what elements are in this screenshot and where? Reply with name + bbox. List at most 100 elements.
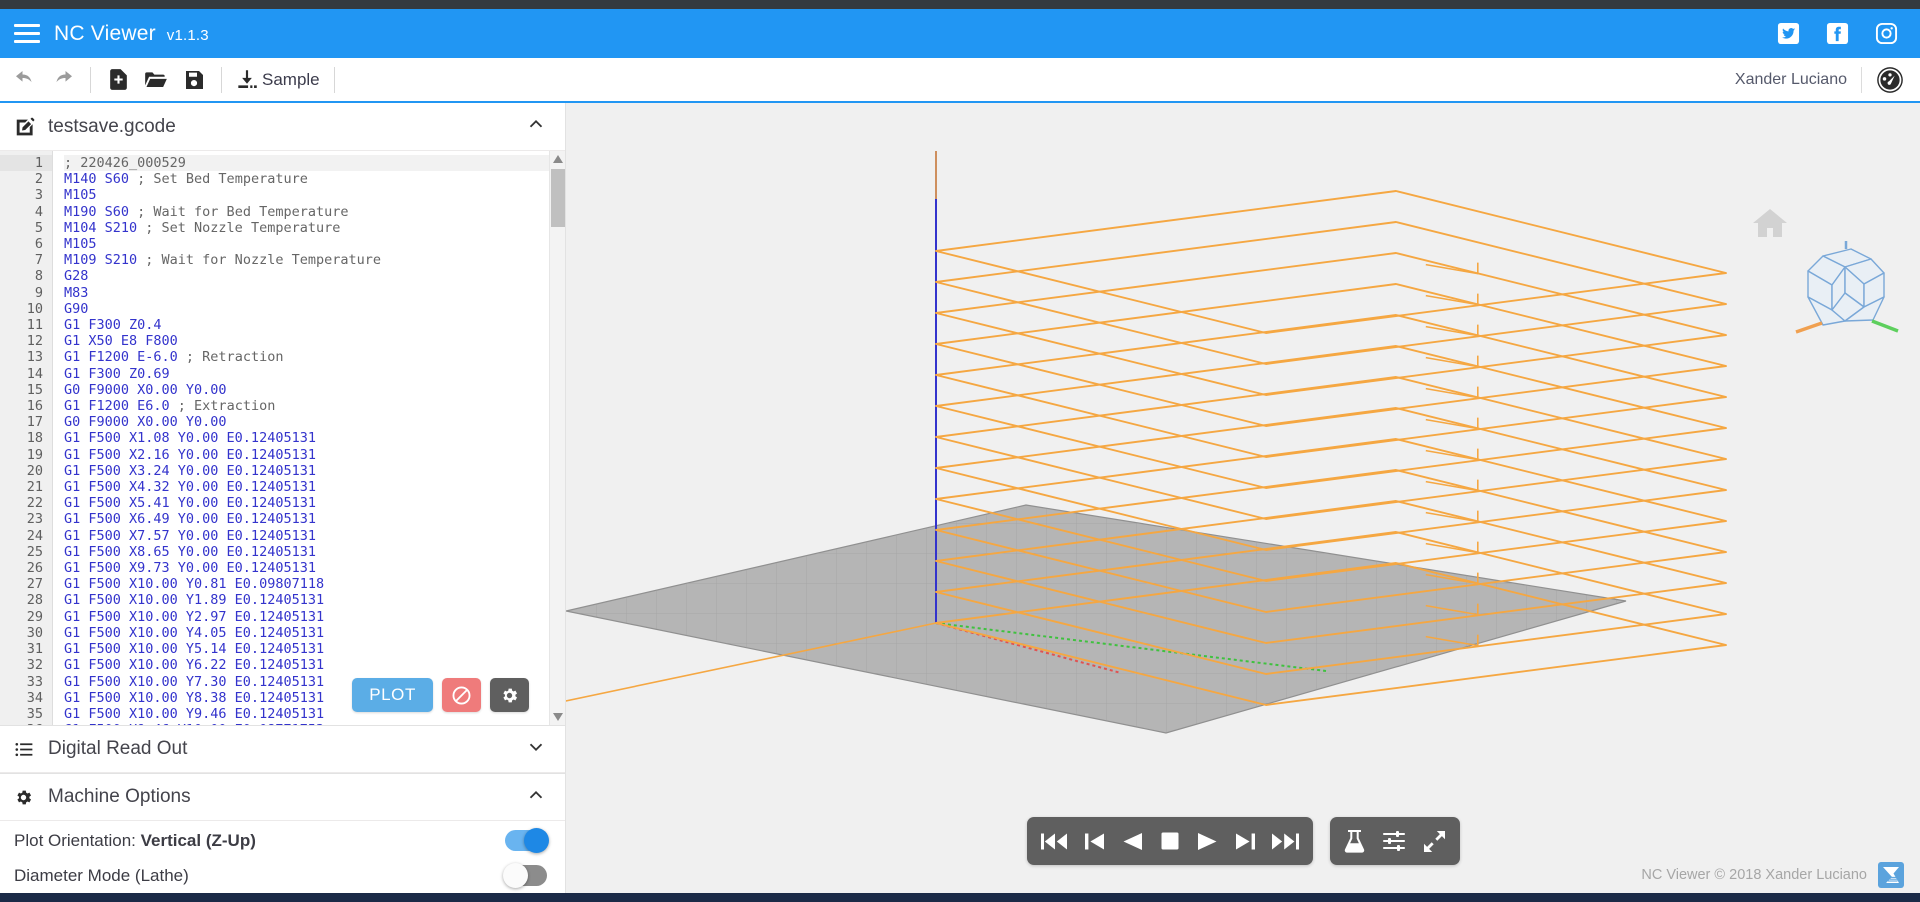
editor-line[interactable]: G1 F1200 E-6.0 ; Retraction	[64, 349, 549, 365]
editor-settings-button[interactable]	[490, 678, 529, 712]
editor-line-number: 30	[26, 624, 43, 641]
editor-line[interactable]: G1 F500 X7.57 Y0.00 E0.12405131	[64, 528, 549, 544]
skip-to-end-button[interactable]	[1271, 831, 1299, 852]
toolbar-divider	[90, 66, 91, 93]
gcode-editor[interactable]: 1 2 3 4 5 6 7 8 9 10 11 12 13 14 15 16 17 18 19 20 21 22 23 24 2…	[0, 151, 565, 725]
flask-icon	[1344, 830, 1364, 853]
app-title: NC Viewer	[54, 21, 156, 45]
editor-line[interactable]: G1 F500 X8.65 Y0.00 E0.12405131	[64, 544, 549, 560]
chevron-up-icon[interactable]	[525, 113, 547, 140]
editor-line[interactable]: G1 F300 Z0.4	[64, 317, 549, 333]
scroll-up-arrow-icon[interactable]	[550, 151, 565, 167]
chevron-down-icon[interactable]	[525, 736, 547, 763]
chevron-up-icon[interactable]	[525, 784, 547, 811]
skip-to-start-button[interactable]	[1040, 831, 1068, 852]
editor-line[interactable]: G1 F1200 E6.0 ; Extraction	[64, 398, 549, 414]
editor-line[interactable]: G1 F500 X5.41 Y0.00 E0.12405131	[64, 495, 549, 511]
undo-button[interactable]	[6, 61, 44, 99]
editor-line[interactable]: M109 S210 ; Wait for Nozzle Temperature	[64, 252, 549, 268]
editor-line[interactable]: G1 F500 X10.00 Y5.14 E0.12405131	[64, 641, 549, 657]
new-file-button[interactable]	[99, 61, 137, 99]
step-forward-icon	[1235, 833, 1255, 849]
editor-scrollbar[interactable]	[549, 151, 565, 725]
toolpath-seam	[1425, 355, 1479, 368]
play-reverse-button[interactable]	[1122, 831, 1143, 852]
twitter-icon[interactable]	[1777, 22, 1800, 45]
brand: NC Viewer v1.1.3	[54, 22, 209, 46]
toolpath-seam	[1425, 448, 1479, 461]
editor-code-area[interactable]: ; 220426_000529 M140 S60 ; Set Bed Temper…	[52, 151, 549, 725]
toolpath-seam	[1425, 386, 1479, 399]
redo-button[interactable]	[44, 61, 82, 99]
save-file-button[interactable]	[175, 61, 213, 99]
instagram-icon[interactable]	[1875, 22, 1898, 45]
nc-viewer-app: NC Viewer v1.1.3 Sample Xander Luciano t…	[0, 0, 1920, 902]
editor-line[interactable]: G1 F500 X10.00 Y6.22 E0.12405131	[64, 657, 549, 673]
editor-line-number: 19	[26, 446, 43, 463]
editor-line[interactable]: G1 F500 X4.32 Y0.00 E0.12405131	[64, 479, 549, 495]
editor-line[interactable]: M104 S210 ; Set Nozzle Temperature	[64, 220, 549, 236]
file-panel-header[interactable]: testsave.gcode	[0, 103, 565, 151]
viewport-footer: NC Viewer © 2018 Xander Luciano	[1641, 862, 1904, 888]
editor-line-numbers: 1 2 3 4 5 6 7 8 9 10 11 12 13 14 15 16 17 18 19 20 21 22 23 24 2…	[0, 151, 52, 725]
plot-orientation-toggle[interactable]	[505, 828, 549, 853]
editor-line-number: 18	[26, 430, 43, 447]
stop-plot-button[interactable]	[442, 678, 481, 712]
editor-line[interactable]: ; 220426_000529	[64, 155, 549, 172]
view-orientation-cube[interactable]	[1788, 233, 1903, 343]
flask-button[interactable]	[1344, 829, 1365, 853]
machine-options-header[interactable]: Machine Options	[0, 773, 565, 821]
editor-line[interactable]: G1 F500 X9.73 Y0.00 E0.12405131	[64, 560, 549, 576]
editor-line[interactable]: M105	[64, 236, 549, 252]
editor-line[interactable]: G1 F500 X1.08 Y0.00 E0.12405131	[64, 430, 549, 446]
editor-line[interactable]: G1 F500 X10.00 Y0.81 E0.09807118	[64, 576, 549, 592]
home-view-button[interactable]	[1752, 208, 1788, 243]
diameter-mode-toggle[interactable]	[503, 863, 547, 888]
step-backward-button[interactable]	[1084, 831, 1105, 852]
fullscreen-button[interactable]	[1423, 830, 1446, 853]
editor-line[interactable]: G0 F9000 X0.00 Y0.00	[64, 414, 549, 430]
editor-line-number: 36	[0, 722, 52, 725]
editor-line-number: 8	[34, 268, 43, 285]
scroll-down-arrow-icon[interactable]	[550, 709, 565, 725]
step-forward-button[interactable]	[1235, 831, 1255, 852]
editor-line[interactable]: G1 F500 X10.00 Y1.89 E0.12405131	[64, 592, 549, 608]
editor-line-number: 1	[0, 155, 52, 172]
toolpath-render	[566, 151, 1727, 734]
open-file-button[interactable]	[137, 61, 175, 99]
digital-read-out-header[interactable]: Digital Read Out	[0, 725, 565, 773]
app-version: v1.1.3	[166, 26, 209, 44]
nc-viewer-logo-icon[interactable]	[1878, 862, 1904, 888]
diameter-mode-label: Diameter Mode (Lathe)	[14, 865, 189, 885]
header-social-links	[1777, 22, 1898, 45]
load-sample-button[interactable]: Sample	[230, 67, 326, 93]
editor-line[interactable]: G1 F500 X10.00 Y2.97 E0.12405131	[64, 609, 549, 625]
editor-line[interactable]: G0 F9000 X0.00 Y0.00	[64, 382, 549, 398]
editor-line[interactable]: M83	[64, 285, 549, 301]
editor-line[interactable]: G1 F300 Z0.69	[64, 366, 549, 382]
stop-button[interactable]	[1160, 831, 1180, 851]
editor-line[interactable]: G1 F500 X6.49 Y0.00 E0.12405131	[64, 511, 549, 527]
toolbar-user-area: Xander Luciano	[1735, 66, 1904, 94]
editor-line[interactable]: G1 F500 X3.24 Y0.00 E0.12405131	[64, 463, 549, 479]
scrollbar-thumb[interactable]	[551, 169, 565, 227]
editor-line[interactable]: G90	[64, 301, 549, 317]
editor-line[interactable]: M190 S60 ; Wait for Bed Temperature	[64, 204, 549, 220]
machine-option-row: Plot Orientation: Vertical (Z-Up)	[0, 823, 565, 858]
settings-sliders-button[interactable]	[1382, 830, 1406, 852]
viewport-tools	[1329, 817, 1460, 865]
gcode-3d-viewport[interactable]: NC Viewer © 2018 Xander Luciano	[566, 103, 1920, 893]
plot-button[interactable]: PLOT	[352, 678, 433, 712]
editor-line[interactable]: M140 S60 ; Set Bed Temperature	[64, 171, 549, 187]
speedometer-avatar-icon[interactable]	[1876, 66, 1904, 94]
editor-line[interactable]: G1 F500 X10.00 Y4.05 E0.12405131	[64, 625, 549, 641]
editor-line[interactable]: G1 X50 E8 F800	[64, 333, 549, 349]
editor-line[interactable]: M105	[64, 187, 549, 203]
play-button[interactable]	[1197, 831, 1218, 852]
facebook-icon[interactable]	[1826, 22, 1849, 45]
editor-line[interactable]: G1 F500 X9.46 Y10.00 E0.08771753	[64, 722, 549, 725]
editor-line[interactable]: G28	[64, 268, 549, 284]
hamburger-menu-icon[interactable]	[14, 24, 40, 43]
editor-line-number: 2	[34, 171, 43, 188]
editor-line[interactable]: G1 F500 X2.16 Y0.00 E0.12405131	[64, 447, 549, 463]
